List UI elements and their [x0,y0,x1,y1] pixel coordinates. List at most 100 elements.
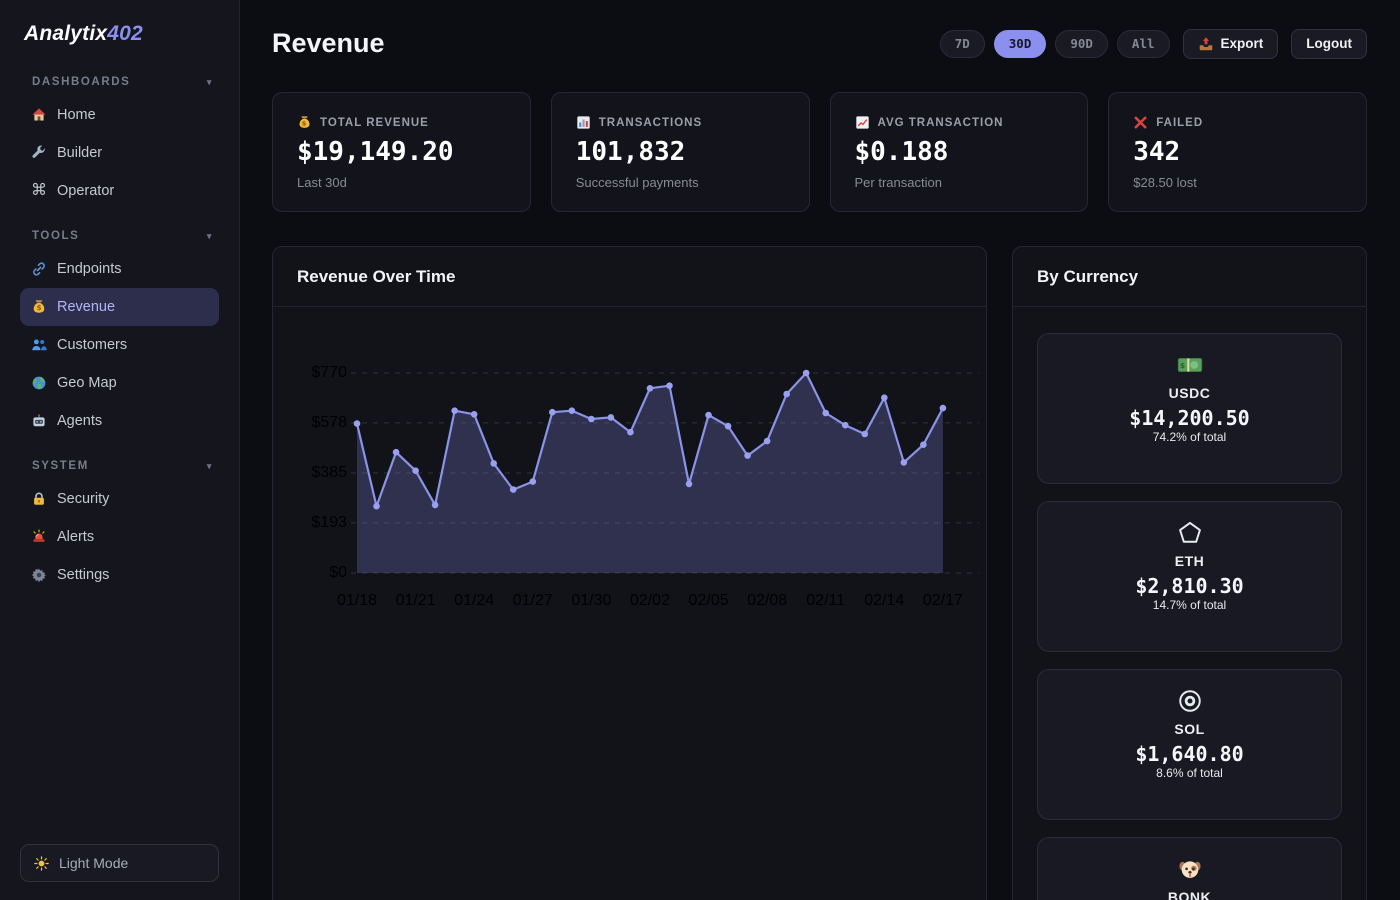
header-controls: 7D 30D 90D All Export Logout [940,29,1367,59]
range-90d-button[interactable]: 90D [1055,30,1108,58]
by-currency-panel: By Currency $ USDC $14,200.50 74.2% of t… [1012,246,1367,900]
section-title: DASHBOARDS [32,76,130,88]
currency-value: $2,810.30 [1135,574,1243,598]
section-dashboards[interactable]: DASHBOARDS ▾ [0,76,239,88]
stat-label: AVG TRANSACTION [878,117,1004,129]
svg-text:02/02: 02/02 [630,592,670,609]
range-30d-button[interactable]: 30D [994,30,1047,58]
svg-text:$193: $193 [311,514,347,531]
revenue-chart: $770$578$385$193$001/1801/2101/2401/2701… [273,317,986,617]
home-icon [31,107,47,123]
svg-text:02/08: 02/08 [747,592,787,609]
currency-percent: 8.6% of total [1156,766,1223,780]
siren-icon [31,529,47,545]
pentagon-icon [1177,520,1203,546]
svg-text:$0: $0 [329,564,347,581]
sidebar-item-settings[interactable]: Settings [20,556,219,594]
export-button[interactable]: Export [1183,29,1279,59]
stat-label: TOTAL REVENUE [320,117,429,129]
chevron-down-icon: ▾ [207,231,213,242]
sidebar-item-label: Alerts [57,529,94,545]
currency-value: $1,640.80 [1135,742,1243,766]
currency-card-sol[interactable]: SOL $1,640.80 8.6% of total [1037,669,1342,820]
sidebar-nav: DASHBOARDS ▾ Home Builder ⌘ Operator TOO… [0,76,239,844]
by-currency-title: By Currency [1013,247,1366,307]
svg-text:01/27: 01/27 [513,592,553,609]
currency-percent: 74.2% of total [1153,430,1226,444]
section-title: SYSTEM [32,460,89,472]
svg-text:01/24: 01/24 [454,592,494,609]
section-tools[interactable]: TOOLS ▾ [0,230,239,242]
link-icon [31,261,47,277]
main-content: Revenue 7D 30D 90D All Export Logout $ T… [240,0,1400,900]
light-mode-label: Light Mode [59,855,128,871]
sidebar-item-builder[interactable]: Builder [20,134,219,172]
sol-ring-icon [1177,688,1203,714]
bar-chart-icon [576,115,591,130]
light-mode-toggle[interactable]: Light Mode [20,844,219,882]
stat-subtext: Successful payments [576,175,785,190]
sidebar-item-operator[interactable]: ⌘ Operator [20,172,219,210]
stat-value: $19,149.20 [297,138,506,168]
logout-label: Logout [1306,36,1352,51]
currency-name: SOL [1174,721,1204,737]
stat-card-transactions: TRANSACTIONS 101,832 Successful payments [551,92,810,212]
logout-button[interactable]: Logout [1291,29,1367,59]
stat-card-avg-transaction: AVG TRANSACTION $0.188 Per transaction [830,92,1089,212]
chevron-down-icon: ▾ [207,77,213,88]
page-title: Revenue [272,28,385,59]
sidebar-item-geo-map[interactable]: Geo Map [20,364,219,402]
export-label: Export [1221,36,1264,51]
currency-card-eth[interactable]: ETH $2,810.30 14.7% of total [1037,501,1342,652]
currency-list: $ USDC $14,200.50 74.2% of total ETH $2,… [1013,307,1366,900]
svg-text:01/18: 01/18 [337,592,377,609]
brand-primary: Analytix [24,22,107,45]
sidebar-item-label: Endpoints [57,261,122,277]
revenue-over-time-panel: Revenue Over Time $770$578$385$193$001/1… [272,246,987,900]
sidebar-item-label: Home [57,107,96,123]
sidebar-item-label: Agents [57,413,102,429]
range-all-button[interactable]: All [1117,30,1170,58]
globe-icon [31,375,47,391]
svg-text:$: $ [1179,361,1184,370]
topbar: Revenue 7D 30D 90D All Export Logout [272,28,1367,59]
chevron-down-icon: ▾ [207,461,213,472]
sidebar-item-home[interactable]: Home [20,96,219,134]
currency-percent: 14.7% of total [1153,598,1226,612]
svg-text:01/30: 01/30 [571,592,611,609]
range-7d-button[interactable]: 7D [940,30,985,58]
banknote-icon: $ [1177,352,1203,378]
sidebar-item-revenue[interactable]: $ Revenue [20,288,219,326]
sidebar-item-security[interactable]: Security [20,480,219,518]
stat-subtext: Last 30d [297,175,506,190]
sidebar-item-alerts[interactable]: Alerts [20,518,219,556]
svg-text:$385: $385 [311,464,347,481]
section-title: TOOLS [32,230,79,242]
robot-icon [31,413,47,429]
stat-value: 342 [1133,138,1342,168]
sidebar-item-agents[interactable]: Agents [20,402,219,440]
currency-name: BONK [1168,889,1211,900]
svg-text:02/11: 02/11 [806,592,845,609]
currency-card-bonk[interactable]: BONK [1037,837,1342,900]
wrench-icon [31,145,47,161]
currency-value: $14,200.50 [1129,406,1249,430]
section-system[interactable]: SYSTEM ▾ [0,460,239,472]
svg-text:$: $ [302,120,308,128]
sidebar-item-customers[interactable]: Customers [20,326,219,364]
line-chart-icon [855,115,870,130]
lock-icon [31,491,47,507]
currency-name: USDC [1169,385,1211,401]
brand-accent: 402 [107,22,143,45]
stat-label: TRANSACTIONS [599,117,702,129]
stat-value: 101,832 [576,138,785,168]
svg-text:02/14: 02/14 [864,592,904,609]
money-bag-icon: $ [31,299,47,315]
currency-card-usdc[interactable]: $ USDC $14,200.50 74.2% of total [1037,333,1342,484]
sun-icon [34,856,49,871]
sidebar-item-label: Customers [57,337,127,353]
svg-text:02/17: 02/17 [923,592,963,609]
stat-label: FAILED [1156,117,1203,129]
sidebar-item-endpoints[interactable]: Endpoints [20,250,219,288]
svg-text:$: $ [37,304,42,312]
